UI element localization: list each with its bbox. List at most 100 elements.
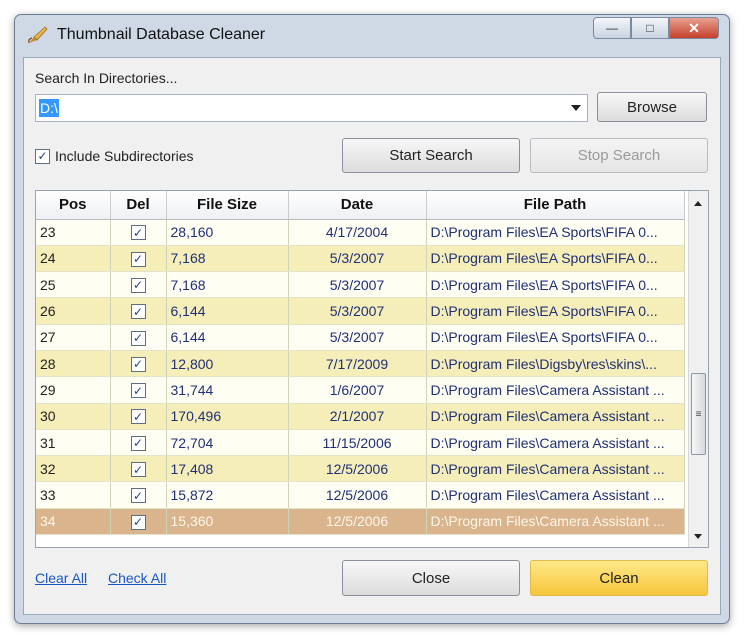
delete-checkbox[interactable]: ✓ [130, 488, 146, 504]
date-cell: 2/1/2007 [288, 403, 427, 430]
pos-cell: 26 [36, 297, 111, 325]
delete-checkbox[interactable]: ✓ [130, 225, 146, 241]
clean-button[interactable]: Clean [530, 560, 708, 596]
date-cell: 7/17/2009 [288, 350, 427, 378]
delete-checkbox-cell[interactable]: ✓ [110, 219, 167, 246]
file-path-cell: D:\Program Files\EA Sports\FIFA 0... [426, 297, 685, 325]
date-cell: 5/3/2007 [288, 271, 427, 299]
table-row[interactable]: 27 ✓ 6,144 5/3/2007 D:\Program Files\EA … [36, 324, 685, 351]
directory-value[interactable]: D:\ [39, 99, 59, 117]
delete-checkbox[interactable]: ✓ [130, 383, 146, 399]
check-all-link[interactable]: Check All [108, 570, 166, 586]
minimize-button[interactable]: — [593, 17, 631, 39]
column-header-date[interactable]: Date [288, 191, 427, 220]
date-cell: 12/5/2006 [288, 508, 427, 536]
start-search-button[interactable]: Start Search [342, 138, 520, 173]
delete-checkbox-cell[interactable]: ✓ [110, 297, 167, 325]
arrow-down-icon[interactable] [694, 534, 702, 539]
column-header-file-path[interactable]: File Path [426, 191, 685, 220]
minimize-icon: — [606, 21, 618, 35]
delete-checkbox-cell[interactable]: ✓ [110, 245, 167, 273]
table-row[interactable]: 26 ✓ 6,144 5/3/2007 D:\Program Files\EA … [36, 297, 685, 325]
file-size-cell: 17,408 [166, 455, 289, 483]
maximize-button[interactable]: □ [631, 17, 669, 39]
file-path-cell: D:\Program Files\EA Sports\FIFA 0... [426, 324, 685, 351]
table-row[interactable]: 25 ✓ 7,168 5/3/2007 D:\Program Files\EA … [36, 271, 685, 299]
delete-checkbox-cell[interactable]: ✓ [110, 376, 167, 404]
column-header-del[interactable]: Del [110, 191, 167, 220]
pos-cell: 31 [36, 429, 111, 457]
file-size-cell: 6,144 [166, 297, 289, 325]
table-row[interactable]: 32 ✓ 17,408 12/5/2006 D:\Program Files\C… [36, 455, 685, 483]
close-window-button[interactable]: ✕ [669, 17, 719, 39]
delete-checkbox[interactable]: ✓ [130, 514, 146, 530]
window-title: Thumbnail Database Cleaner [57, 26, 266, 43]
pos-cell: 24 [36, 245, 111, 273]
column-header-pos[interactable]: Pos [36, 191, 111, 220]
scrollbar-thumb[interactable]: ≡ [691, 373, 706, 455]
dialog-body: Search In Directories... D:\ Browse ✓ In… [23, 57, 721, 615]
results-table[interactable]: Pos Del File Size Date File Path 23 ✓ 28… [35, 190, 709, 548]
file-size-cell: 15,872 [166, 481, 289, 509]
delete-checkbox-cell[interactable]: ✓ [110, 481, 167, 509]
include-subdirectories-option[interactable]: ✓ Include Subdirectories [35, 148, 194, 164]
file-size-cell: 7,168 [166, 245, 289, 273]
delete-checkbox-cell[interactable]: ✓ [110, 508, 167, 536]
delete-checkbox[interactable]: ✓ [130, 409, 146, 425]
directory-combobox[interactable]: D:\ [35, 94, 588, 122]
pos-cell: 27 [36, 324, 111, 351]
delete-checkbox[interactable]: ✓ [130, 356, 146, 372]
include-subdirectories-checkbox[interactable]: ✓ [35, 148, 50, 164]
pos-cell: 29 [36, 376, 111, 404]
delete-checkbox-cell[interactable]: ✓ [110, 271, 167, 299]
pos-cell: 25 [36, 271, 111, 299]
table-row[interactable]: 28 ✓ 12,800 7/17/2009 D:\Program Files\D… [36, 350, 685, 378]
delete-checkbox-cell[interactable]: ✓ [110, 429, 167, 457]
chevron-down-icon[interactable] [571, 105, 581, 111]
table-row[interactable]: 30 ✓ 170,496 2/1/2007 D:\Program Files\C… [36, 403, 685, 430]
stop-search-button[interactable]: Stop Search [530, 138, 708, 173]
delete-checkbox[interactable]: ✓ [130, 304, 146, 320]
close-icon: ✕ [688, 19, 700, 36]
table-row[interactable]: 33 ✓ 15,872 12/5/2006 D:\Program Files\C… [36, 481, 685, 509]
title-bar[interactable]: Thumbnail Database Cleaner — □ ✕ [15, 15, 729, 55]
file-path-cell: D:\Program Files\Camera Assistant ... [426, 376, 685, 404]
column-header-file-size[interactable]: File Size [166, 191, 289, 220]
pos-cell: 30 [36, 403, 111, 430]
delete-checkbox[interactable]: ✓ [130, 462, 146, 478]
date-cell: 5/3/2007 [288, 245, 427, 273]
table-row[interactable]: 31 ✓ 72,704 11/15/2006 D:\Program Files\… [36, 429, 685, 457]
table-row[interactable]: 23 ✓ 28,160 4/17/2004 D:\Program Files\E… [36, 219, 685, 246]
delete-checkbox-cell[interactable]: ✓ [110, 455, 167, 483]
date-cell: 4/17/2004 [288, 219, 427, 246]
table-row[interactable]: 24 ✓ 7,168 5/3/2007 D:\Program Files\EA … [36, 245, 685, 273]
delete-checkbox[interactable]: ✓ [130, 277, 146, 293]
search-directories-label: Search In Directories... [35, 70, 178, 86]
date-cell: 11/15/2006 [288, 429, 427, 457]
close-button[interactable]: Close [342, 560, 520, 596]
file-path-cell: D:\Program Files\EA Sports\FIFA 0... [426, 245, 685, 273]
delete-checkbox[interactable]: ✓ [130, 435, 146, 451]
clear-all-link[interactable]: Clear All [35, 570, 87, 586]
date-cell: 5/3/2007 [288, 297, 427, 325]
paint-brush-icon [27, 25, 49, 45]
delete-checkbox[interactable]: ✓ [130, 330, 146, 346]
file-path-cell: D:\Program Files\Camera Assistant ... [426, 508, 685, 536]
table-row[interactable]: 29 ✓ 31,744 1/6/2007 D:\Program Files\Ca… [36, 376, 685, 404]
include-subdirectories-label: Include Subdirectories [55, 148, 194, 164]
file-path-cell: D:\Program Files\EA Sports\FIFA 0... [426, 219, 685, 246]
delete-checkbox[interactable]: ✓ [130, 251, 146, 267]
file-path-cell: D:\Program Files\Camera Assistant ... [426, 481, 685, 509]
table-row-selected[interactable]: 34 ✓ 15,360 12/5/2006 D:\Program Files\C… [36, 508, 685, 536]
browse-button[interactable]: Browse [597, 92, 707, 122]
file-size-cell: 31,744 [166, 376, 289, 404]
delete-checkbox-cell[interactable]: ✓ [110, 350, 167, 378]
delete-checkbox-cell[interactable]: ✓ [110, 403, 167, 430]
date-cell: 1/6/2007 [288, 376, 427, 404]
date-cell: 12/5/2006 [288, 455, 427, 483]
table-scrollbar[interactable]: ≡ [688, 191, 708, 547]
file-path-cell: D:\Program Files\Camera Assistant ... [426, 455, 685, 483]
file-size-cell: 170,496 [166, 403, 289, 430]
arrow-up-icon[interactable] [694, 201, 702, 206]
delete-checkbox-cell[interactable]: ✓ [110, 324, 167, 351]
